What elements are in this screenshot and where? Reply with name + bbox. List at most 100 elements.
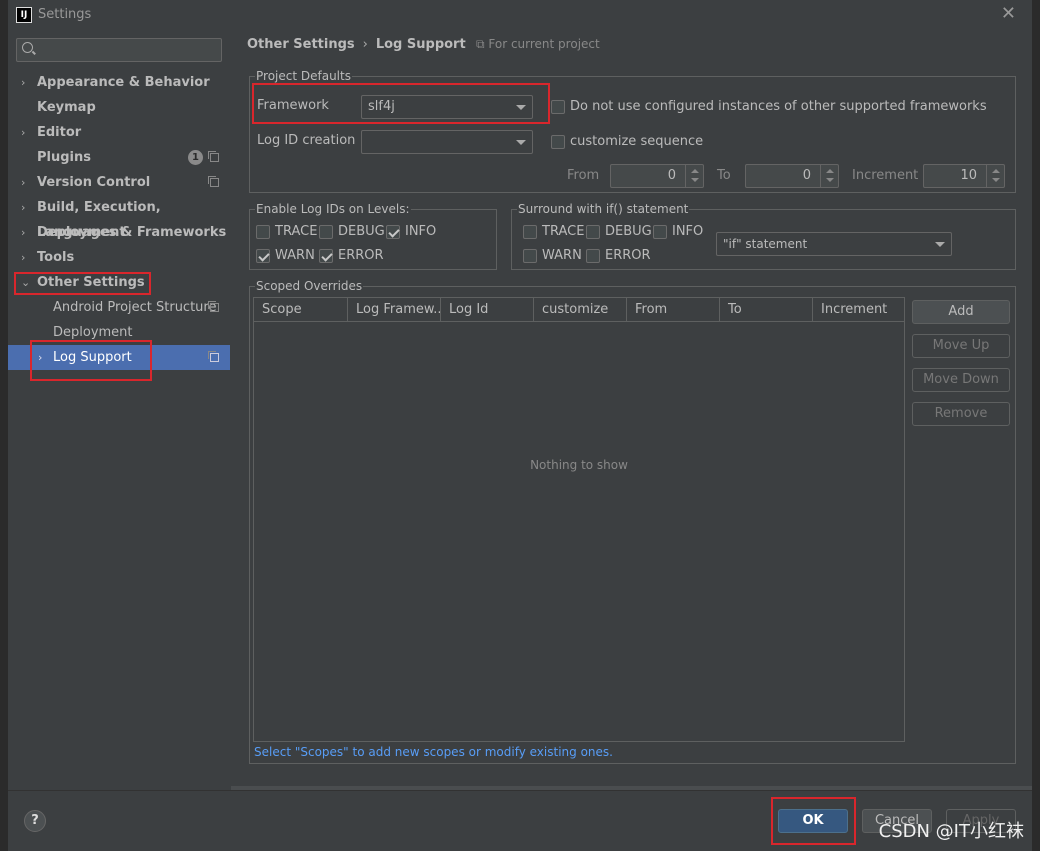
- column-header-to[interactable]: To: [720, 298, 813, 322]
- spinner-arrows-icon[interactable]: [986, 165, 1004, 187]
- project-defaults-group: Project Defaults Framework slf4j Do not …: [249, 68, 1016, 193]
- to-spinner[interactable]: 0: [745, 164, 839, 188]
- customize-sequence-label: customize sequence: [570, 134, 704, 149]
- chevron-right-icon: ›: [21, 251, 26, 264]
- enable-debug-checkbox[interactable]: [319, 225, 333, 239]
- scope-note-text: For current project: [488, 37, 600, 51]
- column-header-log-id[interactable]: Log Id: [441, 298, 534, 322]
- chevron-right-icon: ›: [21, 201, 26, 214]
- remove-button[interactable]: Remove: [912, 402, 1010, 426]
- spinner-arrows-icon[interactable]: [820, 165, 838, 187]
- sidebar-item-label: Deployment: [53, 325, 133, 340]
- increment-spinner[interactable]: 10: [923, 164, 1005, 188]
- surround-trace-checkbox[interactable]: [523, 225, 537, 239]
- info-label: INFO: [672, 224, 704, 239]
- plugins-update-badge: 1: [188, 150, 203, 165]
- sidebar-item-appearance-behavior[interactable]: › Appearance & Behavior: [8, 70, 230, 95]
- warn-label: WARN: [275, 248, 315, 263]
- log-id-creation-label: Log ID creation: [257, 133, 356, 148]
- search-input[interactable]: [16, 38, 222, 62]
- project-scope-icon: ⧉: [476, 37, 489, 51]
- scopes-hint-link[interactable]: Select "Scopes" to add new scopes or mod…: [254, 745, 613, 759]
- error-label: ERROR: [605, 248, 651, 263]
- project-scope-icon: [208, 351, 219, 362]
- sidebar-item-plugins[interactable]: Plugins 1: [8, 145, 230, 170]
- from-spinner[interactable]: 0: [610, 164, 704, 188]
- debug-label: DEBUG: [605, 224, 652, 239]
- sidebar-item-label: Log Support: [53, 350, 132, 365]
- group-title: Scoped Overrides: [255, 278, 364, 294]
- sidebar-item-editor[interactable]: › Editor: [8, 120, 230, 145]
- log-id-creation-select[interactable]: [361, 130, 533, 154]
- enable-log-ids-group: Enable Log IDs on Levels: TRACE DEBUG IN…: [249, 201, 497, 270]
- if-statement-select[interactable]: "if" statement: [716, 232, 952, 256]
- sidebar-item-label: Appearance & Behavior: [37, 75, 210, 90]
- surround-debug-checkbox[interactable]: [586, 225, 600, 239]
- group-title: Project Defaults: [255, 68, 352, 84]
- sidebar-item-deployment[interactable]: Deployment: [8, 320, 230, 345]
- spinner-arrows-icon[interactable]: [685, 165, 703, 187]
- column-header-increment[interactable]: Increment: [813, 298, 904, 322]
- intellij-app-icon: IJ: [16, 7, 32, 23]
- ok-button[interactable]: OK: [778, 809, 848, 833]
- warn-label: WARN: [542, 248, 582, 263]
- sidebar-item-keymap[interactable]: Keymap: [8, 95, 230, 120]
- no-configured-instances-checkbox[interactable]: [551, 100, 565, 114]
- empty-table-text: Nothing to show: [530, 458, 628, 472]
- to-value: 0: [802, 168, 811, 183]
- error-label: ERROR: [338, 248, 384, 263]
- column-header-from[interactable]: From: [627, 298, 720, 322]
- help-button[interactable]: ?: [24, 810, 46, 832]
- info-label: INFO: [405, 224, 437, 239]
- add-button[interactable]: Add: [912, 300, 1010, 324]
- column-header-customize[interactable]: customize: [534, 298, 627, 322]
- customize-sequence-checkbox[interactable]: [551, 135, 565, 149]
- sidebar-item-languages-frameworks[interactable]: › Languages & Frameworks: [8, 220, 230, 245]
- sidebar-item-android-project-structure[interactable]: Android Project Structure: [8, 295, 230, 320]
- sidebar-item-label: Android Project Structure: [53, 300, 217, 315]
- framework-label: Framework: [257, 98, 329, 113]
- close-icon[interactable]: ✕: [1001, 5, 1016, 23]
- framework-select[interactable]: slf4j: [361, 95, 533, 119]
- project-scope-icon: [208, 151, 219, 162]
- framework-select-value: slf4j: [368, 99, 395, 114]
- enable-info-checkbox[interactable]: [386, 225, 400, 239]
- enable-trace-checkbox[interactable]: [256, 225, 270, 239]
- surround-info-checkbox[interactable]: [653, 225, 667, 239]
- move-up-button[interactable]: Move Up: [912, 334, 1010, 358]
- column-header-scope[interactable]: Scope: [254, 298, 348, 322]
- column-header-log-framework[interactable]: Log Framew...: [348, 298, 441, 322]
- settings-content-panel: Other Settings › Log Support ⧉ For current…: [231, 30, 1032, 790]
- project-scope-icon: [208, 176, 219, 187]
- surround-error-checkbox[interactable]: [586, 249, 600, 263]
- if-statement-value: "if" statement: [723, 237, 808, 251]
- sidebar-item-build-execution-deployment[interactable]: › Build, Execution, Deployment: [8, 195, 230, 240]
- trace-label: TRACE: [542, 224, 585, 239]
- no-configured-instances-label: Do not use configured instances of other…: [570, 99, 987, 114]
- chevron-right-icon: ›: [21, 76, 26, 89]
- scoped-overrides-table[interactable]: Scope Log Framew... Log Id customize Fro…: [253, 297, 905, 742]
- sidebar-item-label: Keymap: [37, 100, 96, 115]
- right-background-strip: [1032, 0, 1040, 851]
- increment-label: Increment: [852, 168, 919, 183]
- sidebar-item-other-settings[interactable]: ⌄ Other Settings: [8, 270, 230, 295]
- sidebar-item-label: Languages & Frameworks: [37, 225, 227, 240]
- sidebar-item-tools[interactable]: › Tools: [8, 245, 230, 270]
- group-title: Surround with if() statement: [517, 201, 690, 217]
- surround-warn-checkbox[interactable]: [523, 249, 537, 263]
- enable-error-checkbox[interactable]: [319, 249, 333, 263]
- sidebar-item-log-support[interactable]: › Log Support: [8, 345, 230, 370]
- chevron-down-icon: ⌄: [21, 276, 31, 289]
- search-icon: [22, 42, 33, 53]
- sidebar-item-version-control[interactable]: › Version Control: [8, 170, 230, 195]
- move-down-button[interactable]: Move Down: [912, 368, 1010, 392]
- breadcrumb-parent: Other Settings: [247, 37, 355, 52]
- enable-warn-checkbox[interactable]: [256, 249, 270, 263]
- dropdown-arrow-icon: [935, 242, 945, 247]
- project-scope-note: ⧉ For current project: [476, 37, 600, 52]
- sidebar-item-label: Version Control: [37, 175, 151, 190]
- chevron-right-icon: ›: [21, 176, 26, 189]
- title-bar: IJ Settings ✕: [8, 0, 1032, 30]
- surround-if-group: Surround with if() statement TRACE DEBUG…: [511, 201, 1016, 270]
- from-label: From: [567, 168, 600, 183]
